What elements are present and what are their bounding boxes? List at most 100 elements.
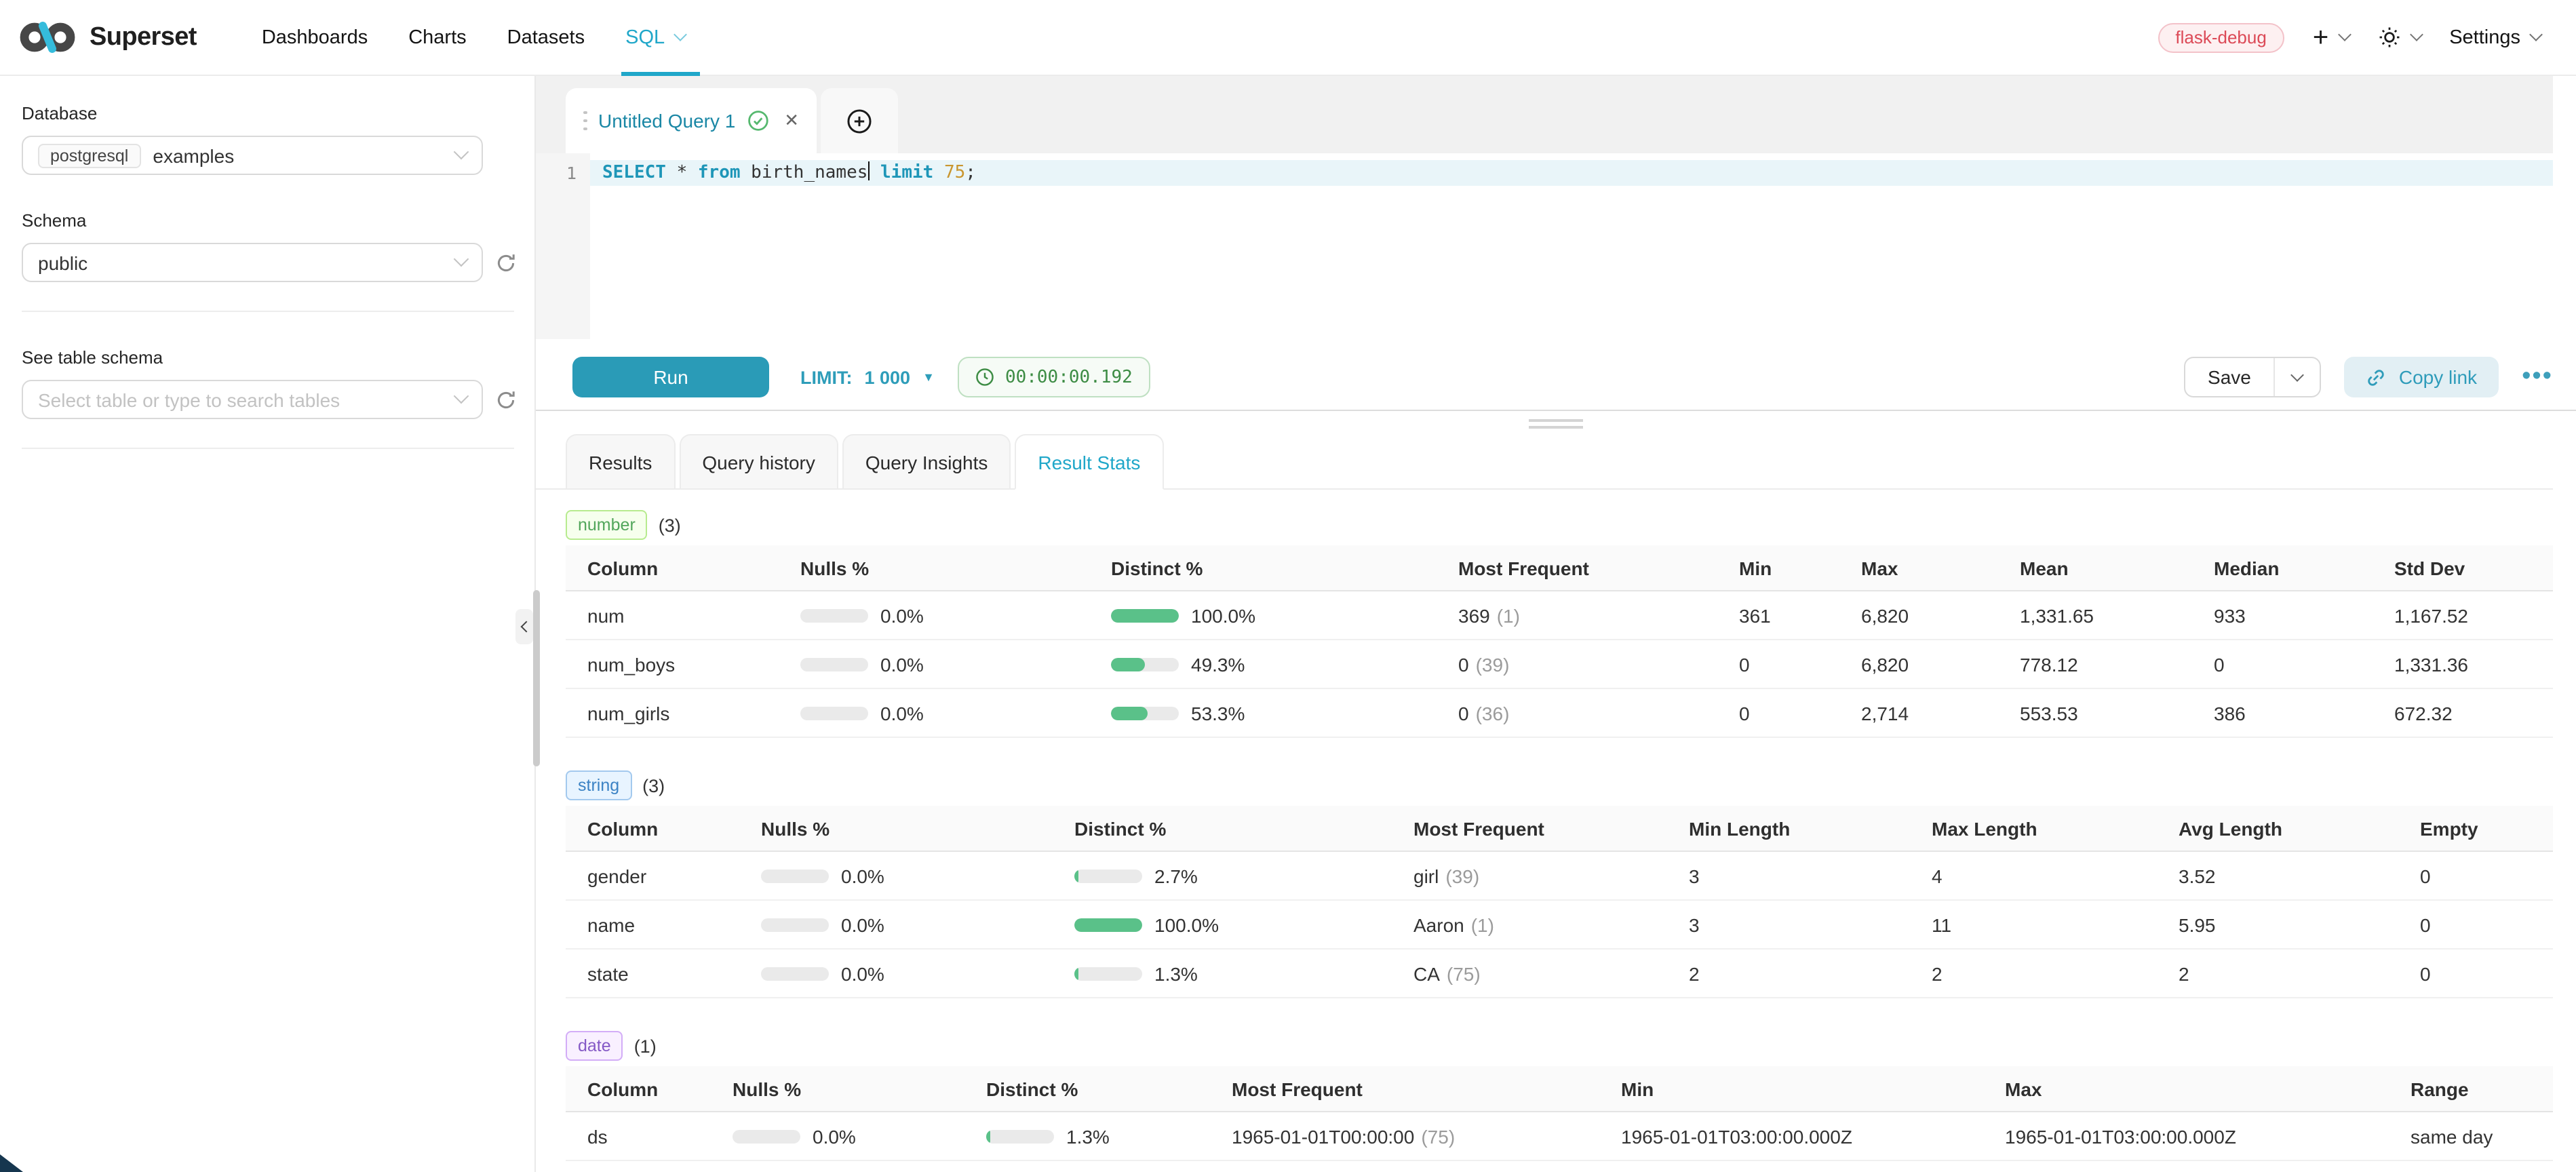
tab-result-stats[interactable]: Result Stats [1015, 434, 1163, 490]
limit-dropdown[interactable]: LIMIT: 1 000 ▼ [800, 367, 935, 387]
table-header-row: ColumnNulls %Distinct %Most FrequentMinM… [566, 1066, 2553, 1112]
percent-bar-track [800, 608, 868, 622]
stat-value-cell: 0 [2398, 962, 2553, 984]
save-split-button[interactable]: Save [2183, 357, 2322, 397]
schema-select[interactable]: public [22, 243, 483, 282]
code-token: ; [965, 163, 976, 183]
schema-label: Schema [22, 210, 534, 231]
stat-value-cell: 6,820 [1839, 604, 1998, 626]
column-header: Nulls % [779, 557, 1089, 579]
code-token: 75 [944, 163, 965, 183]
editor-code-area[interactable]: SELECT * from birth_names limit 75; [590, 153, 2553, 339]
stat-value-cell: 1965-01-01T03:00:00.000Z [1599, 1125, 1983, 1147]
nav-item-charts[interactable]: Charts [388, 0, 486, 75]
database-select[interactable]: postgresql examples [22, 136, 483, 175]
column-header: Min [1717, 557, 1839, 579]
table-header-row: ColumnNulls %Distinct %Most FrequentMinM… [566, 545, 2553, 591]
drag-handle-icon[interactable] [583, 111, 586, 131]
distinct-pct-cell: 100.0% [1053, 914, 1392, 935]
main-nav: Dashboards Charts Datasets SQL [241, 0, 705, 75]
more-actions-button[interactable]: ••• [2522, 370, 2553, 384]
type-tag-string: string [566, 770, 631, 800]
tab-results[interactable]: Results [566, 434, 675, 488]
stat-value-cell: 0 [2192, 653, 2373, 675]
nulls-pct-cell: 0.0% [711, 1125, 964, 1147]
save-options-button[interactable] [2276, 358, 2320, 396]
percent-bar-fill [1074, 869, 1078, 882]
nav-item-sql[interactable]: SQL [605, 0, 705, 75]
percent-bar-track [733, 1129, 800, 1143]
stat-value-cell: 361 [1717, 604, 1839, 626]
percent-bar-track [1111, 657, 1179, 671]
query-tab[interactable]: Untitled Query 1 ✕ [566, 88, 817, 153]
save-button[interactable]: Save [2185, 366, 2274, 388]
column-name-cell: num_girls [566, 702, 779, 724]
result-stats-panel: number (3) ColumnNulls %Distinct %Most F… [536, 490, 2576, 1172]
code-token: limit [880, 163, 933, 183]
column-name-cell: state [566, 962, 739, 984]
percent-label: 100.0% [1154, 914, 1219, 935]
chevron-down-icon [2529, 28, 2543, 41]
pane-resize-handle[interactable] [1529, 419, 1583, 433]
table-row: num0.0%100.0%369(1)3616,8201,331.659331,… [566, 591, 2553, 640]
most-frequent-cell: 0(39) [1437, 653, 1717, 675]
refresh-tables-button[interactable] [495, 389, 517, 410]
column-header: Column [566, 557, 779, 579]
tab-query-insights[interactable]: Query Insights [842, 434, 1011, 488]
superset-logo[interactable]: Superset [18, 19, 197, 56]
sidebar-collapse-button[interactable] [515, 609, 533, 644]
stat-value-cell: 1,331.65 [1998, 604, 2192, 626]
column-header: Nulls % [739, 817, 1053, 839]
schema-value: public [38, 252, 87, 273]
distinct-pct-cell: 1.3% [1053, 962, 1392, 984]
refresh-icon [495, 252, 517, 273]
run-button[interactable]: Run [572, 357, 769, 397]
percent-label: 1.3% [1066, 1125, 1110, 1147]
refresh-schemas-button[interactable] [495, 252, 517, 273]
resize-grip-line [1529, 419, 1583, 422]
add-query-tab-button[interactable] [821, 88, 898, 153]
stat-value-cell: 3 [1667, 914, 1910, 935]
theme-toggle-button[interactable] [2377, 26, 2421, 49]
stat-value-cell: 778.12 [1998, 653, 2192, 675]
close-tab-icon[interactable]: ✕ [784, 110, 799, 132]
percent-bar-track [761, 966, 829, 980]
type-count: (1) [634, 1036, 657, 1056]
table-select-placeholder: Select table or type to search tables [38, 389, 340, 410]
percent-bar-track [1111, 706, 1179, 720]
distinct-pct-cell: 2.7% [1053, 865, 1392, 886]
nav-item-dashboards[interactable]: Dashboards [241, 0, 388, 75]
percent-bar-fill [1111, 706, 1147, 720]
code-token: birth_names [741, 163, 868, 183]
stats-table-number: ColumnNulls %Distinct %Most FrequentMinM… [566, 545, 2553, 738]
table-select[interactable]: Select table or type to search tables [22, 380, 483, 419]
nulls-pct-cell: 0.0% [779, 653, 1089, 675]
stat-value-cell: 2 [1667, 962, 1910, 984]
editor-toolbar: Run LIMIT: 1 000 ▼ 00:00:00.192 Save [536, 357, 2576, 397]
chevron-down-icon [454, 389, 469, 404]
type-count: (3) [642, 775, 665, 796]
stats-table-string: ColumnNulls %Distinct %Most FrequentMin … [566, 806, 2553, 998]
most-frequent-count: (75) [1447, 962, 1481, 984]
nulls-pct-cell: 0.0% [739, 914, 1053, 935]
nav-item-datasets[interactable]: Datasets [487, 0, 605, 75]
code-token [870, 163, 880, 183]
percent-bar-fill [986, 1129, 990, 1143]
percent-label: 0.0% [880, 702, 924, 724]
link-icon [2366, 367, 2387, 387]
copy-link-button[interactable]: Copy link [2345, 357, 2499, 397]
table-row: state0.0%1.3%CA(75)2220 [566, 950, 2553, 998]
sql-editor[interactable]: 1 SELECT * from birth_names limit 75; [536, 153, 2553, 339]
toolbar-right: Save Copy link ••• [2183, 357, 2553, 397]
settings-menu[interactable]: Settings [2449, 26, 2541, 48]
most-frequent-cell: girl(39) [1392, 865, 1667, 886]
percent-label: 0.0% [880, 604, 924, 626]
percent-bar-track [1074, 918, 1142, 931]
column-name-cell: num [566, 604, 779, 626]
vertical-scrollbar[interactable] [533, 590, 540, 766]
tab-query-history[interactable]: Query history [679, 434, 838, 488]
stat-value-cell: 2 [2157, 962, 2398, 984]
percent-bar-fill [1111, 657, 1144, 671]
new-item-button[interactable]: + [2313, 24, 2349, 51]
elapsed-time: 00:00:00.192 [1005, 367, 1133, 387]
